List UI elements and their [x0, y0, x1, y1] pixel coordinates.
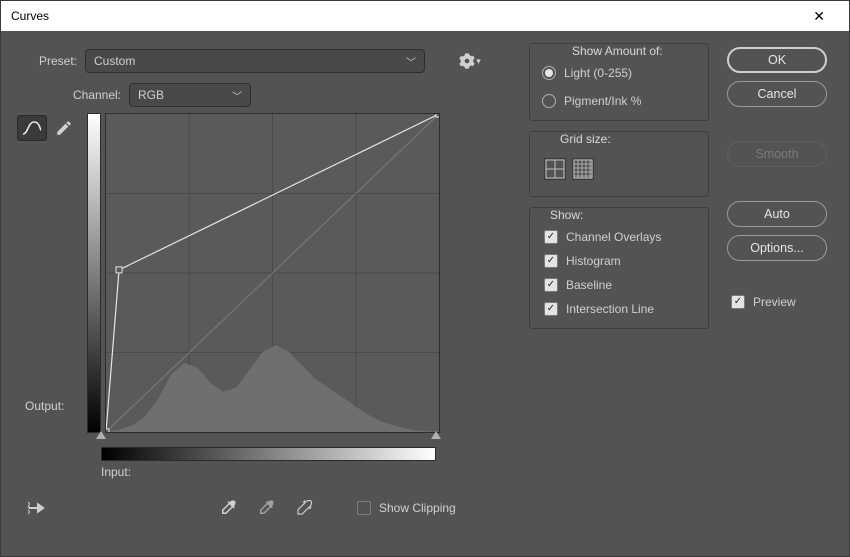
show-clipping-checkbox[interactable] [357, 501, 371, 515]
channel-select[interactable]: RGB ﹀ [129, 83, 251, 107]
white-point-slider[interactable] [431, 431, 441, 439]
ok-button[interactable]: OK [727, 47, 827, 73]
titlebar: Curves ✕ [1, 1, 849, 31]
output-gradient [87, 113, 101, 433]
pigment-radio-label: Pigment/Ink % [564, 94, 641, 108]
smooth-button: Smooth [727, 141, 827, 167]
black-point-slider[interactable] [96, 431, 106, 439]
cancel-button[interactable]: Cancel [727, 81, 827, 107]
chevron-down-icon: ﹀ [406, 54, 416, 69]
target-adjust-icon[interactable] [25, 497, 55, 519]
black-eyedropper-icon[interactable] [217, 497, 239, 519]
show-checkbox-label: Baseline [566, 278, 612, 292]
show-panel: Show: Channel Overlays Histogram Baseline I… [529, 207, 709, 329]
grid-10x10-button[interactable] [572, 158, 594, 180]
pigment-radio[interactable] [542, 94, 556, 108]
input-gradient [101, 447, 436, 461]
chevron-down-icon: ﹀ [232, 88, 242, 103]
show-checkbox-0[interactable] [544, 230, 558, 244]
light-radio-label: Light (0-255) [564, 66, 632, 80]
grid-size-header: Grid size: [560, 132, 698, 146]
preset-label: Preset: [25, 54, 77, 68]
show-checkbox-label: Histogram [566, 254, 621, 268]
curve-tool-button[interactable] [17, 115, 47, 141]
show-checkbox-label: Channel Overlays [566, 230, 661, 244]
show-checkbox-1[interactable] [544, 254, 558, 268]
gear-icon[interactable]: ▾ [459, 50, 481, 72]
show-checkbox-3[interactable] [544, 302, 558, 316]
curve-canvas[interactable] [105, 113, 440, 433]
preset-select[interactable]: Custom ﹀ [85, 49, 425, 73]
grid-size-panel: Grid size: [529, 131, 709, 197]
input-label: Input: [17, 465, 517, 479]
output-label: Output: [17, 399, 64, 433]
options-button[interactable]: Options... [727, 235, 827, 261]
close-icon[interactable]: ✕ [799, 4, 839, 29]
preset-value: Custom [94, 54, 135, 68]
grid-4x4-button[interactable] [544, 158, 566, 180]
show-amount-panel: Show Amount of: Light (0-255) Pigment/In… [529, 43, 709, 121]
white-eyedropper-icon[interactable] [293, 497, 315, 519]
show-checkbox-2[interactable] [544, 278, 558, 292]
show-clipping-label: Show Clipping [379, 501, 456, 515]
show-header: Show: [550, 208, 698, 222]
preview-label: Preview [753, 295, 796, 309]
channel-label: Channel: [65, 88, 121, 102]
window-title: Curves [11, 9, 49, 23]
show-amount-header: Show Amount of: [572, 44, 698, 58]
show-checkbox-label: Intersection Line [566, 302, 654, 316]
auto-button[interactable]: Auto [727, 201, 827, 227]
gray-eyedropper-icon[interactable] [255, 497, 277, 519]
channel-value: RGB [138, 88, 164, 102]
preview-checkbox[interactable] [731, 295, 745, 309]
light-radio[interactable] [542, 66, 556, 80]
pencil-tool-button[interactable] [49, 115, 79, 141]
